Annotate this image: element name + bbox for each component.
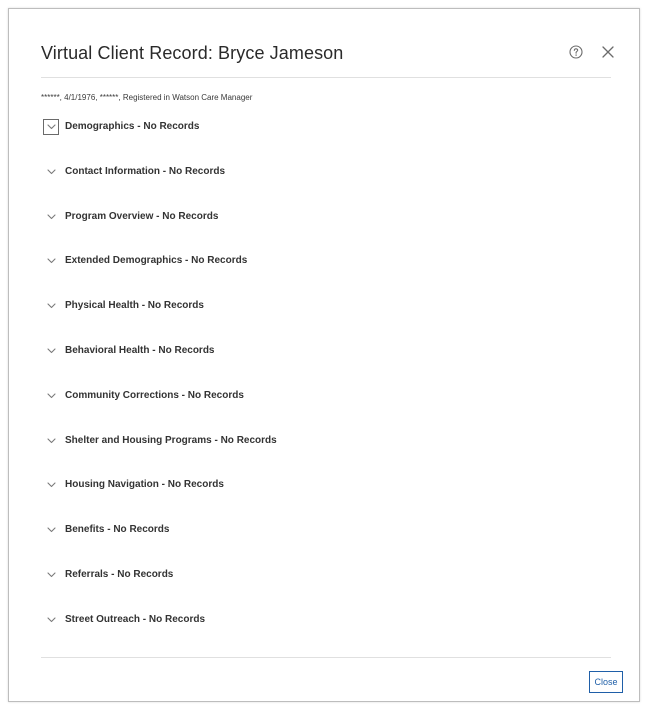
help-icon[interactable] <box>567 43 585 61</box>
section-label: Contact Information - No Records <box>65 165 226 177</box>
accordion-section[interactable]: Benefits - No Records <box>43 522 603 567</box>
accordion-section[interactable]: Extended Demographics - No Records <box>43 253 603 298</box>
section-label: Benefits - No Records <box>65 524 170 536</box>
accordion-section[interactable]: Demographics - No Records <box>43 119 603 164</box>
section-label: Extended Demographics - No Records <box>65 255 248 267</box>
chevron-down-icon[interactable] <box>43 522 59 538</box>
chevron-down-icon[interactable] <box>43 164 59 180</box>
chevron-down-icon[interactable] <box>43 119 59 135</box>
accordion-section[interactable]: Street Outreach - No Records <box>43 612 603 657</box>
chevron-down-icon[interactable] <box>43 343 59 359</box>
client-record-dialog: Virtual Client Record: Bryce Jameson ***… <box>8 8 640 702</box>
section-label: Program Overview - No Records <box>65 210 219 222</box>
section-label: Community Corrections - No Records <box>65 389 244 401</box>
dialog-title: Virtual Client Record: Bryce Jameson <box>41 43 344 63</box>
chevron-down-icon[interactable] <box>43 567 59 583</box>
section-label: Shelter and Housing Programs - No Record… <box>65 434 277 446</box>
record-sections: Demographics - No Records Contact Informa… <box>43 119 603 657</box>
chevron-down-icon[interactable] <box>43 253 59 269</box>
accordion-section[interactable]: Referrals - No Records <box>43 567 603 612</box>
client-summary: ******, 4/1/1976, ******, Registered in … <box>41 93 253 102</box>
chevron-down-icon[interactable] <box>43 612 59 628</box>
section-label: Street Outreach - No Records <box>65 613 206 625</box>
section-label: Demographics - No Records <box>65 121 200 132</box>
dialog-header: Virtual Client Record: Bryce Jameson <box>41 35 627 71</box>
section-label: Housing Navigation - No Records <box>65 479 224 491</box>
accordion-section[interactable]: Housing Navigation - No Records <box>43 477 603 522</box>
footer-divider <box>41 657 611 658</box>
accordion-section[interactable]: Shelter and Housing Programs - No Record… <box>43 433 603 478</box>
section-label: Behavioral Health - No Records <box>65 344 215 356</box>
accordion-section[interactable]: Program Overview - No Records <box>43 209 603 254</box>
chevron-down-icon[interactable] <box>43 298 59 314</box>
accordion-section[interactable]: Physical Health - No Records <box>43 298 603 343</box>
accordion-section[interactable]: Contact Information - No Records <box>43 164 603 209</box>
accordion-section[interactable]: Community Corrections - No Records <box>43 388 603 433</box>
backdrop: Virtual Client Record: Bryce Jameson ***… <box>0 0 648 710</box>
section-label: Referrals - No Records <box>65 568 174 580</box>
header-divider <box>41 77 611 78</box>
chevron-down-icon[interactable] <box>43 477 59 493</box>
chevron-down-icon[interactable] <box>43 433 59 449</box>
close-icon[interactable] <box>599 43 617 61</box>
chevron-down-icon[interactable] <box>43 209 59 225</box>
accordion-section[interactable]: Behavioral Health - No Records <box>43 343 603 388</box>
close-button[interactable]: Close <box>589 671 623 693</box>
header-actions <box>567 43 617 61</box>
section-label: Physical Health - No Records <box>65 300 204 312</box>
chevron-down-icon[interactable] <box>43 388 59 404</box>
